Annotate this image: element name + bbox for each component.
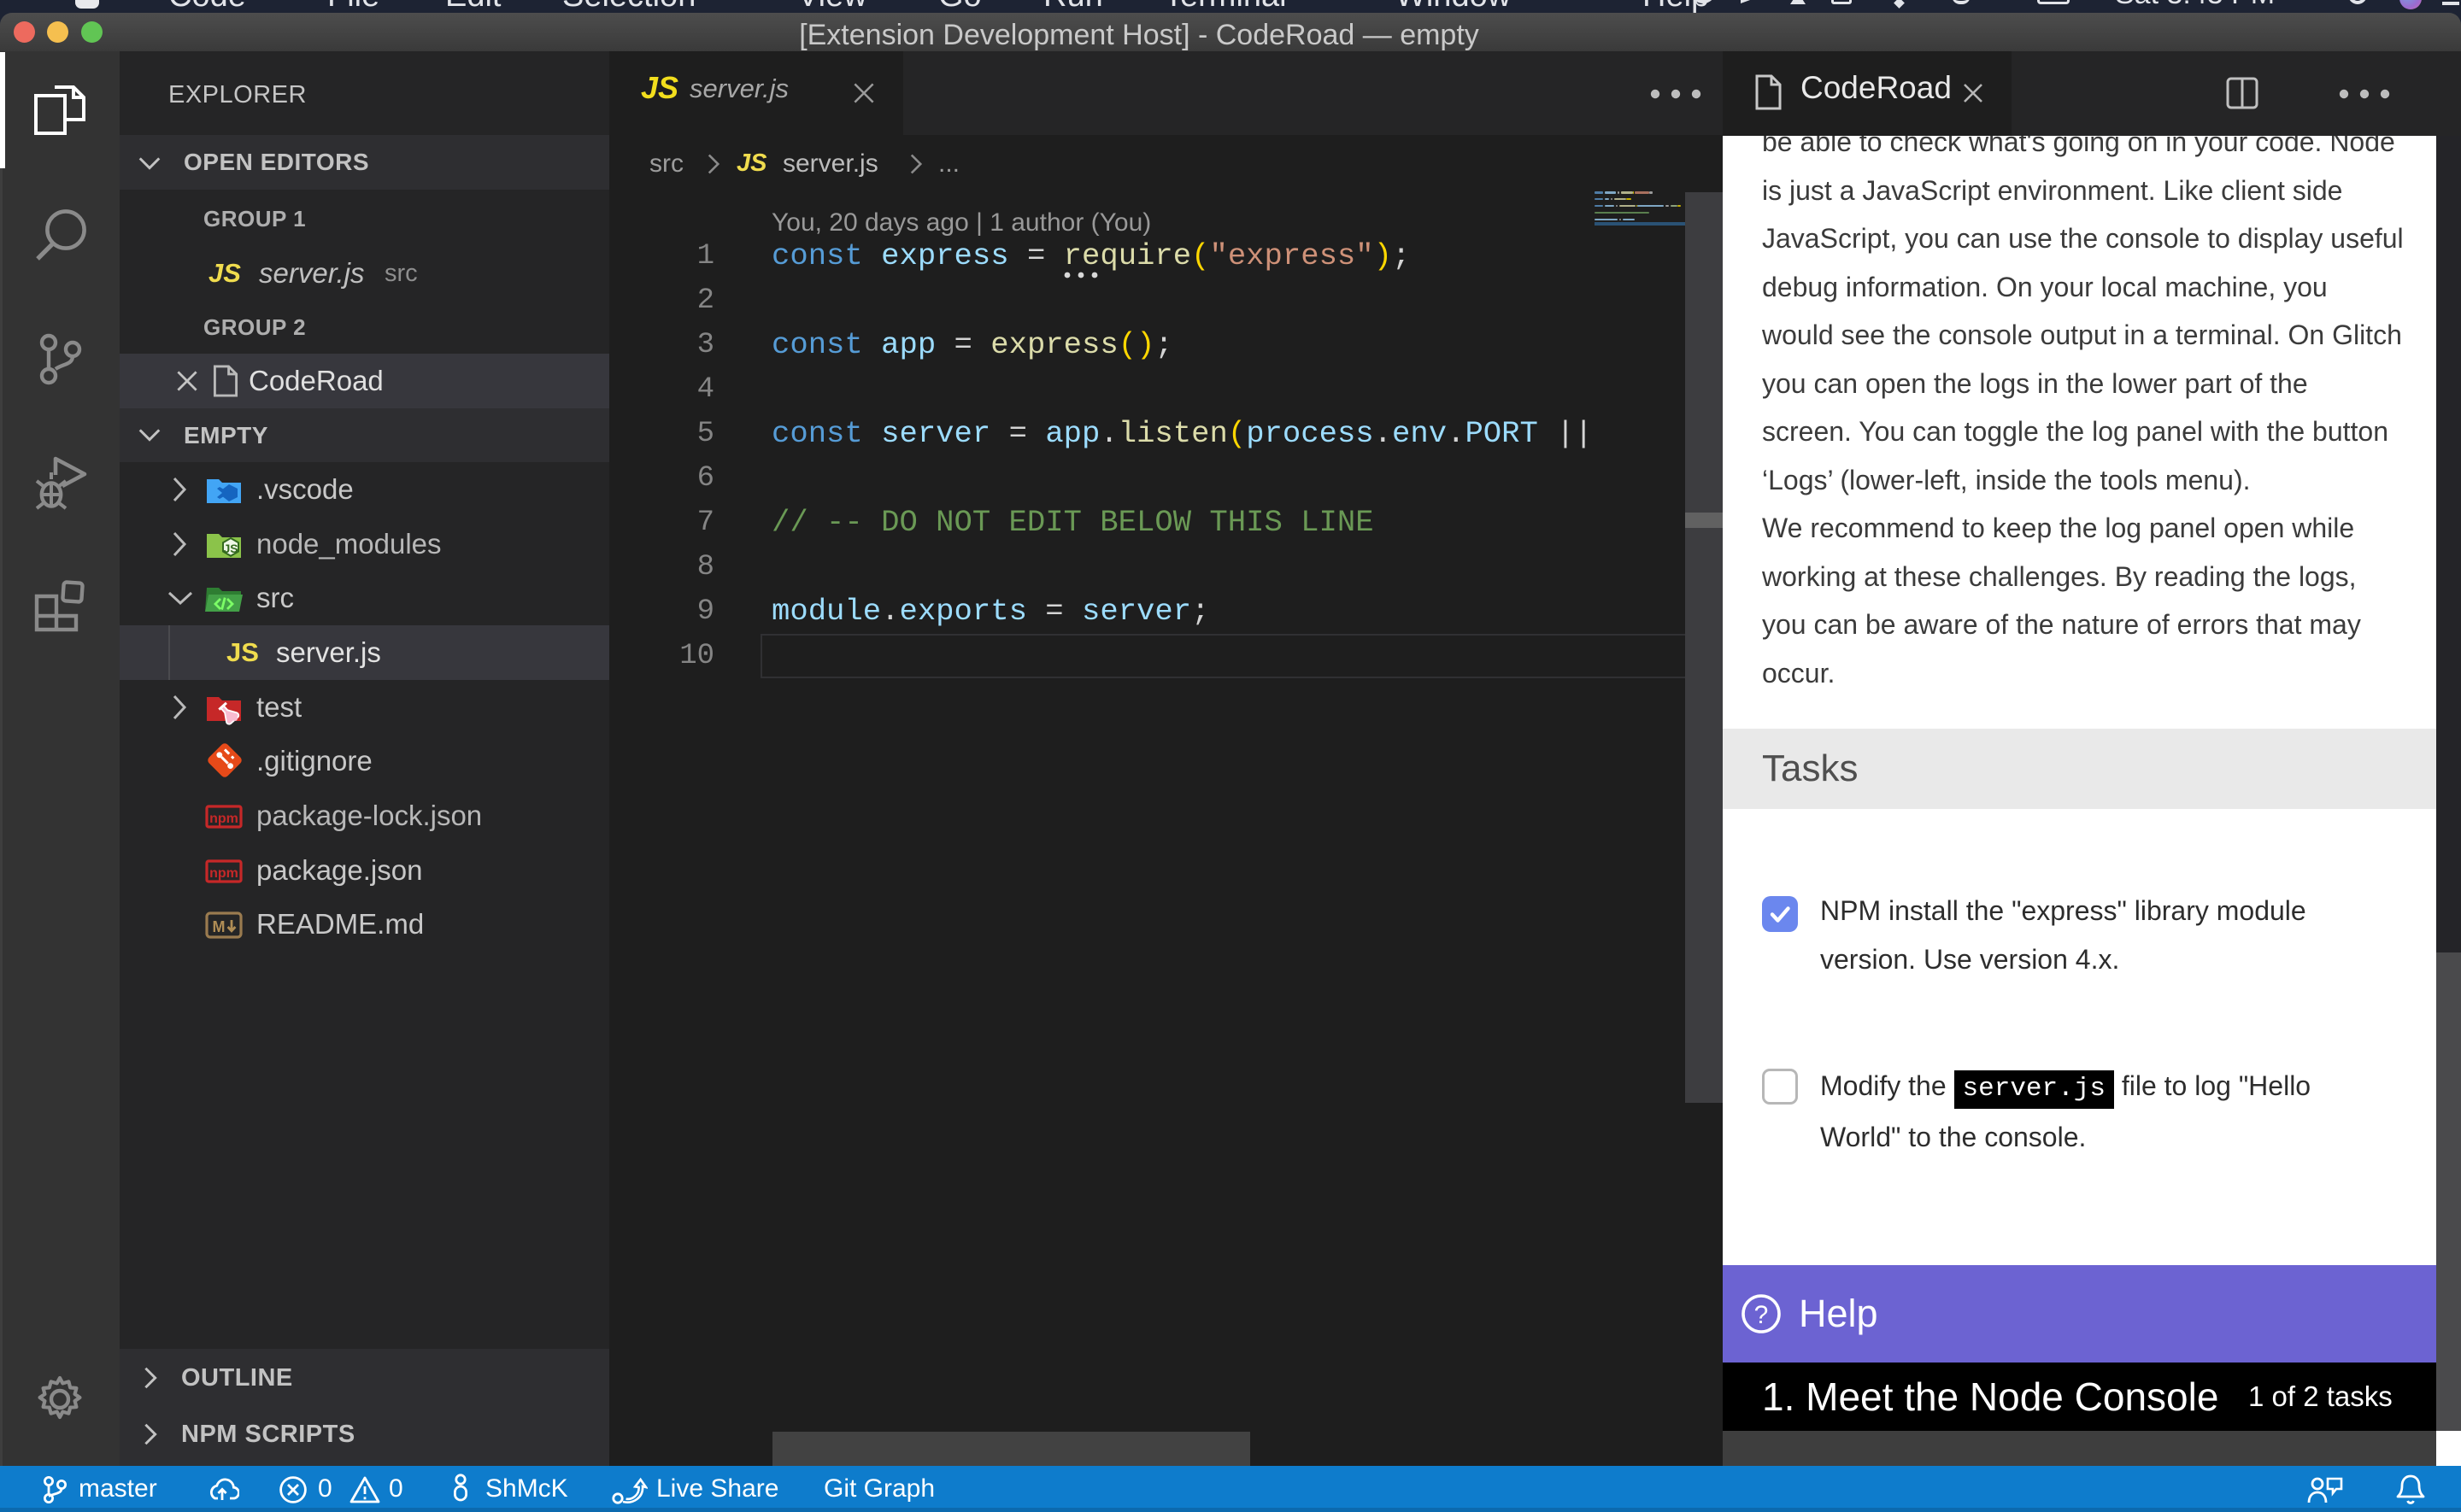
svg-text:?: ? — [1754, 1301, 1769, 1329]
svg-text:npm: npm — [209, 866, 238, 881]
svg-text:npm: npm — [209, 812, 238, 826]
svg-text:M: M — [213, 918, 226, 935]
svg-text:JS: JS — [223, 542, 238, 555]
